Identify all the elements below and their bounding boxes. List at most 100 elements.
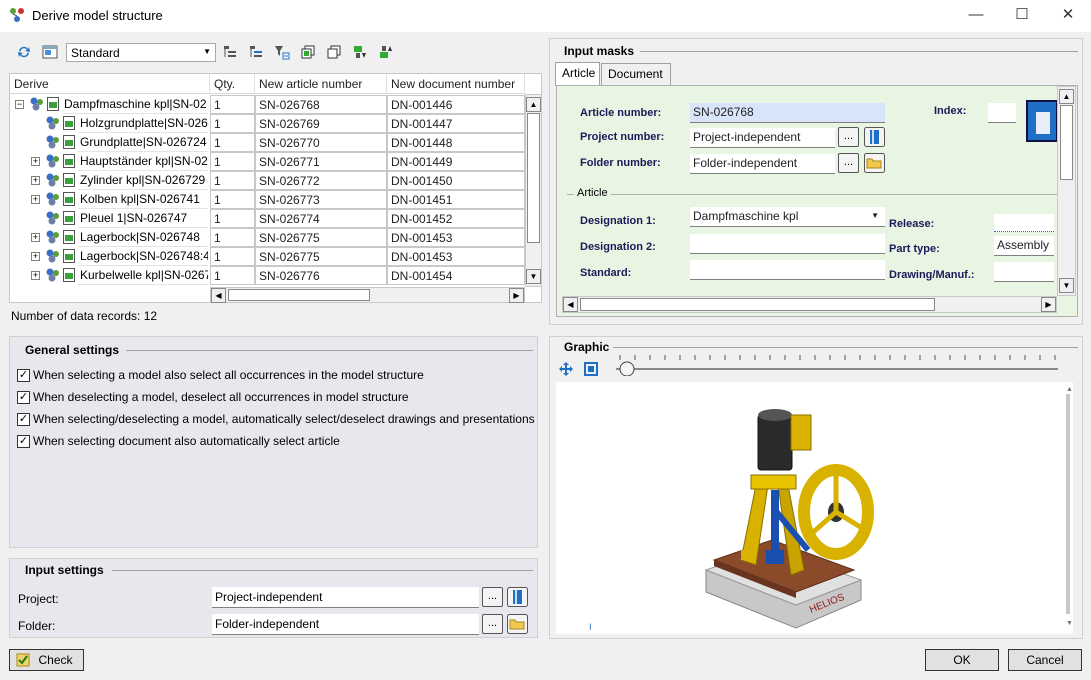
table-row[interactable]: + Lagerbock|SN-026748:4 1 SN-026775 DN-00145… bbox=[10, 247, 525, 266]
article-number-cell[interactable]: SN-026776 bbox=[255, 266, 387, 285]
article-number-cell[interactable]: SN-026773 bbox=[255, 190, 387, 209]
column-header-document-number[interactable]: New document number bbox=[387, 74, 525, 94]
mask-horizontal-scrollbar[interactable]: ◀ ▶ bbox=[562, 296, 1057, 313]
collapse-all-icon[interactable] bbox=[248, 44, 264, 60]
mask-scroll-left-button[interactable]: ◀ bbox=[563, 297, 578, 312]
qty-cell[interactable]: 1 bbox=[210, 114, 255, 133]
view-settings-icon[interactable] bbox=[42, 44, 58, 60]
article-number-cell[interactable]: SN-026768 bbox=[255, 95, 387, 114]
graphic-scroll-up[interactable]: ▲ bbox=[1066, 386, 1073, 393]
table-row[interactable]: + Zylinder kpl|SN-026729 1 SN-026772 DN-0014… bbox=[10, 171, 525, 190]
input-folder-browse-button[interactable]: ... bbox=[482, 614, 503, 634]
scroll-left-button[interactable]: ◀ bbox=[211, 288, 226, 303]
tab-document[interactable]: Document bbox=[601, 63, 671, 85]
graphic-scrollbar[interactable]: ▲ ▼ bbox=[1062, 382, 1073, 634]
article-number-field[interactable]: SN-026768 bbox=[690, 103, 885, 123]
checkbox[interactable]: ✓ bbox=[17, 391, 30, 404]
derive-cell[interactable]: Lagerbock|SN-026748 bbox=[78, 228, 208, 247]
document-number-cell[interactable]: DN-001451 bbox=[387, 190, 525, 209]
derive-cell[interactable]: Kolben kpl|SN-026741 bbox=[78, 190, 208, 209]
document-number-cell[interactable]: DN-001449 bbox=[387, 152, 525, 171]
refresh-icon[interactable] bbox=[16, 44, 32, 60]
collapse-toggle[interactable]: − bbox=[15, 100, 24, 109]
drawing-manuf-field[interactable] bbox=[994, 262, 1054, 282]
designation1-field[interactable]: Dampfmaschine kpl ▼ bbox=[690, 207, 885, 227]
designation2-field[interactable] bbox=[690, 234, 885, 254]
tab-article[interactable]: Article bbox=[555, 62, 600, 86]
qty-cell[interactable]: 1 bbox=[210, 171, 255, 190]
derive-cell[interactable]: Kurbelwelle kpl|SN-0267 bbox=[78, 266, 208, 285]
expand-all-icon[interactable] bbox=[222, 44, 238, 60]
folder-icon[interactable] bbox=[864, 153, 885, 173]
derive-cell[interactable]: Lagerbock|SN-026748:4 bbox=[78, 247, 208, 266]
column-header-article-number[interactable]: New article number bbox=[255, 74, 387, 94]
qty-cell[interactable]: 1 bbox=[210, 95, 255, 114]
graphic-scroll-down[interactable]: ▼ bbox=[1066, 620, 1073, 627]
deselect-all-icon[interactable] bbox=[326, 44, 342, 60]
document-number-cell[interactable]: DN-001448 bbox=[387, 133, 525, 152]
article-number-cell[interactable]: SN-026775 bbox=[255, 228, 387, 247]
document-number-cell[interactable]: DN-001454 bbox=[387, 266, 525, 285]
expand-toggle[interactable]: + bbox=[31, 233, 40, 242]
mask-vertical-thumb[interactable] bbox=[1060, 105, 1073, 180]
filter-icon[interactable] bbox=[274, 44, 290, 60]
input-folder-icon[interactable] bbox=[507, 614, 528, 634]
fit-view-icon[interactable] bbox=[558, 361, 574, 377]
graphic-viewport[interactable]: HELIOS I ▲ ▼ bbox=[556, 382, 1073, 634]
qty-cell[interactable]: 1 bbox=[210, 133, 255, 152]
table-row[interactable]: Holzgrundplatte|SN-026 1 SN-026769 DN-00144… bbox=[10, 114, 525, 133]
mask-horizontal-thumb[interactable] bbox=[580, 298, 935, 311]
document-number-cell[interactable]: DN-001453 bbox=[387, 247, 525, 266]
article-number-cell[interactable]: SN-026771 bbox=[255, 152, 387, 171]
ok-button[interactable]: OK bbox=[925, 649, 999, 671]
document-number-cell[interactable]: DN-001446 bbox=[387, 95, 525, 114]
article-number-cell[interactable]: SN-026772 bbox=[255, 171, 387, 190]
qty-cell[interactable]: 1 bbox=[210, 247, 255, 266]
input-project-book-icon[interactable] bbox=[507, 587, 528, 607]
close-button[interactable]: ✕ bbox=[1045, 0, 1091, 30]
view-combo[interactable]: Standard ▼ bbox=[66, 43, 216, 62]
article-number-cell[interactable]: SN-026775 bbox=[255, 247, 387, 266]
document-number-cell[interactable]: DN-001450 bbox=[387, 171, 525, 190]
table-row[interactable]: + Lagerbock|SN-026748 1 SN-026775 DN-001453 bbox=[10, 228, 525, 247]
vertical-scroll-thumb[interactable] bbox=[527, 113, 540, 243]
qty-cell[interactable]: 1 bbox=[210, 152, 255, 171]
checkbox[interactable]: ✓ bbox=[17, 369, 30, 382]
zoom-slider[interactable] bbox=[612, 352, 1062, 376]
project-field[interactable]: Project-independent bbox=[212, 587, 479, 608]
move-up-icon[interactable] bbox=[378, 44, 394, 60]
expand-toggle[interactable]: + bbox=[31, 157, 40, 166]
mask-vertical-scrollbar[interactable]: ▲ ▼ bbox=[1057, 86, 1076, 296]
select-all-icon[interactable] bbox=[300, 44, 316, 60]
expand-toggle[interactable]: + bbox=[31, 252, 40, 261]
folder-number-field[interactable]: Folder-independent bbox=[690, 154, 835, 174]
table-row[interactable]: − Dampfmaschine kpl|SN-02 1 SN-026768 DN-001… bbox=[10, 95, 525, 114]
vertical-scrollbar[interactable]: ▲ ▼ bbox=[525, 94, 542, 287]
column-header-derive[interactable]: Derive bbox=[10, 74, 210, 94]
table-row[interactable]: Grundplatte|SN-026724 1 SN-026770 DN-001448 bbox=[10, 133, 525, 152]
standard-field[interactable] bbox=[690, 260, 885, 280]
table-row[interactable]: + Kurbelwelle kpl|SN-0267 1 SN-026776 DN-001… bbox=[10, 266, 525, 285]
derive-cell[interactable]: Holzgrundplatte|SN-026 bbox=[78, 114, 208, 133]
mask-scroll-down-button[interactable]: ▼ bbox=[1059, 278, 1074, 293]
project-book-icon[interactable] bbox=[864, 127, 885, 147]
horizontal-scrollbar[interactable]: ◀ ▶ bbox=[210, 287, 525, 303]
article-number-cell[interactable]: SN-026774 bbox=[255, 209, 387, 228]
derive-cell[interactable]: Dampfmaschine kpl|SN-02 bbox=[62, 95, 208, 114]
part-type-field[interactable]: Assembly bbox=[994, 236, 1054, 256]
column-header-qty[interactable]: Qty. bbox=[210, 74, 255, 94]
expand-toggle[interactable]: + bbox=[31, 176, 40, 185]
project-browse-button[interactable]: ... bbox=[838, 127, 859, 147]
cancel-button[interactable]: Cancel bbox=[1008, 649, 1082, 671]
minimize-button[interactable]: — bbox=[953, 0, 999, 30]
document-number-cell[interactable]: DN-001447 bbox=[387, 114, 525, 133]
maximize-button[interactable]: ☐ bbox=[999, 0, 1045, 30]
input-project-browse-button[interactable]: ... bbox=[482, 587, 503, 607]
mask-scroll-up-button[interactable]: ▲ bbox=[1059, 89, 1074, 104]
qty-cell[interactable]: 1 bbox=[210, 190, 255, 209]
qty-cell[interactable]: 1 bbox=[210, 228, 255, 247]
check-button[interactable]: Check bbox=[9, 649, 84, 671]
table-row[interactable]: + Hauptständer kpl|SN-02 1 SN-026771 DN-0014… bbox=[10, 152, 525, 171]
derive-cell[interactable]: Grundplatte|SN-026724 bbox=[78, 133, 208, 152]
move-down-icon[interactable] bbox=[352, 44, 368, 60]
